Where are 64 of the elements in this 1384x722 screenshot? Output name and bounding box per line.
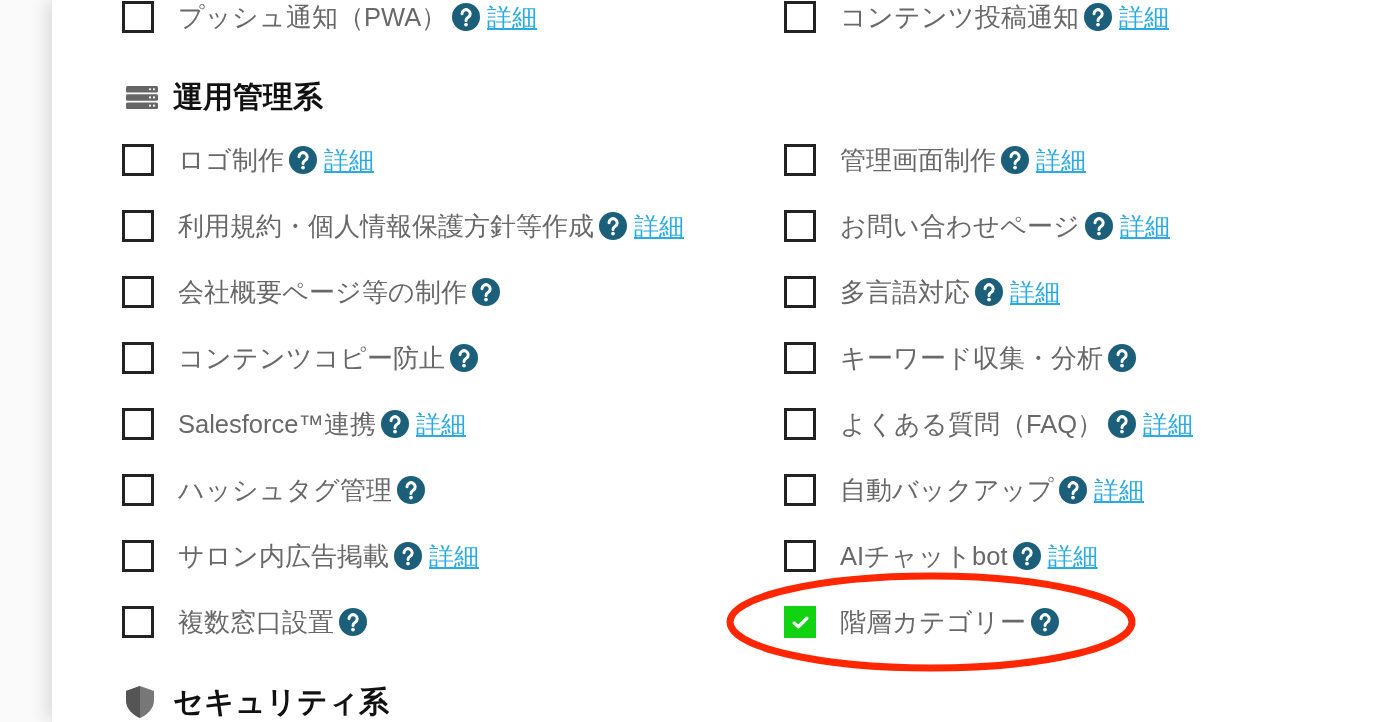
shield-icon	[126, 686, 154, 718]
help-icon[interactable]	[289, 146, 317, 174]
option-label: ロゴ制作	[178, 145, 284, 176]
checkbox[interactable]	[122, 210, 154, 242]
option-label: 複数窓口設置	[178, 607, 334, 638]
help-icon[interactable]	[1108, 410, 1136, 438]
help-icon[interactable]	[1059, 476, 1087, 504]
checkbox[interactable]	[122, 1, 154, 33]
option-label: よくある質問（FAQ）	[840, 409, 1103, 440]
server-icon	[126, 85, 158, 109]
option-label: ハッシュタグ管理	[178, 475, 392, 506]
checkbox[interactable]	[784, 474, 816, 506]
checkbox[interactable]	[784, 408, 816, 440]
details-link[interactable]: 詳細	[1010, 275, 1060, 309]
details-link[interactable]: 詳細	[1047, 539, 1098, 573]
section-heading: セキュリティ系	[173, 684, 389, 720]
option-label: 会社概要ページ等の制作	[178, 277, 467, 308]
option-label: 利用規約・個人情報保護方針等作成	[178, 211, 594, 242]
details-link[interactable]: 詳細	[429, 539, 479, 573]
details-link[interactable]: 詳細	[1120, 209, 1170, 243]
help-icon[interactable]	[975, 278, 1003, 306]
help-icon[interactable]	[381, 410, 409, 438]
checkbox[interactable]	[122, 144, 154, 176]
details-link[interactable]: 詳細	[634, 209, 684, 243]
help-icon[interactable]	[1031, 608, 1059, 636]
help-icon[interactable]	[450, 344, 478, 372]
checkbox[interactable]	[122, 540, 154, 572]
help-icon[interactable]	[1108, 344, 1136, 372]
help-icon[interactable]	[1001, 146, 1029, 174]
checkbox[interactable]	[784, 342, 816, 374]
help-icon[interactable]	[1085, 212, 1113, 240]
option-label: 管理画面制作	[840, 145, 996, 176]
section-heading: 運用管理系	[173, 79, 323, 115]
checkbox[interactable]	[122, 474, 154, 506]
details-link[interactable]: 詳細	[324, 143, 374, 177]
checkbox[interactable]	[784, 144, 816, 176]
details-link[interactable]: 詳細	[416, 407, 466, 441]
option-label: 多言語対応	[840, 277, 970, 308]
checkbox[interactable]	[122, 408, 154, 440]
option-label: キーワード収集・分析	[840, 343, 1103, 374]
details-link[interactable]: 詳細	[1036, 143, 1086, 177]
option-label: コンテンツコピー防止	[178, 343, 445, 374]
option-label: お問い合わせページ	[840, 211, 1080, 242]
option-label: サロン内広告掲載	[178, 541, 389, 572]
details-link[interactable]: 詳細	[1143, 407, 1193, 441]
help-icon[interactable]	[599, 212, 627, 240]
help-icon[interactable]	[339, 608, 367, 636]
checkbox[interactable]	[784, 210, 816, 242]
help-icon[interactable]	[472, 278, 500, 306]
option-label: 自動バックアップ	[840, 475, 1054, 506]
option-label: 階層カテゴリー	[840, 607, 1026, 638]
details-link[interactable]: 詳細	[1094, 473, 1144, 507]
option-label: Salesforce™連携	[178, 409, 376, 440]
checkbox[interactable]	[784, 276, 816, 308]
help-icon[interactable]	[394, 542, 422, 570]
help-icon[interactable]	[397, 476, 425, 504]
checkbox[interactable]	[122, 276, 154, 308]
option-label: AIチャットbot	[840, 541, 1008, 572]
checkbox[interactable]	[122, 606, 154, 638]
help-icon[interactable]	[1012, 542, 1041, 570]
checkmark-icon	[791, 615, 809, 629]
checkbox[interactable]	[784, 540, 816, 572]
checkbox[interactable]	[122, 342, 154, 374]
checkbox[interactable]	[784, 606, 816, 638]
